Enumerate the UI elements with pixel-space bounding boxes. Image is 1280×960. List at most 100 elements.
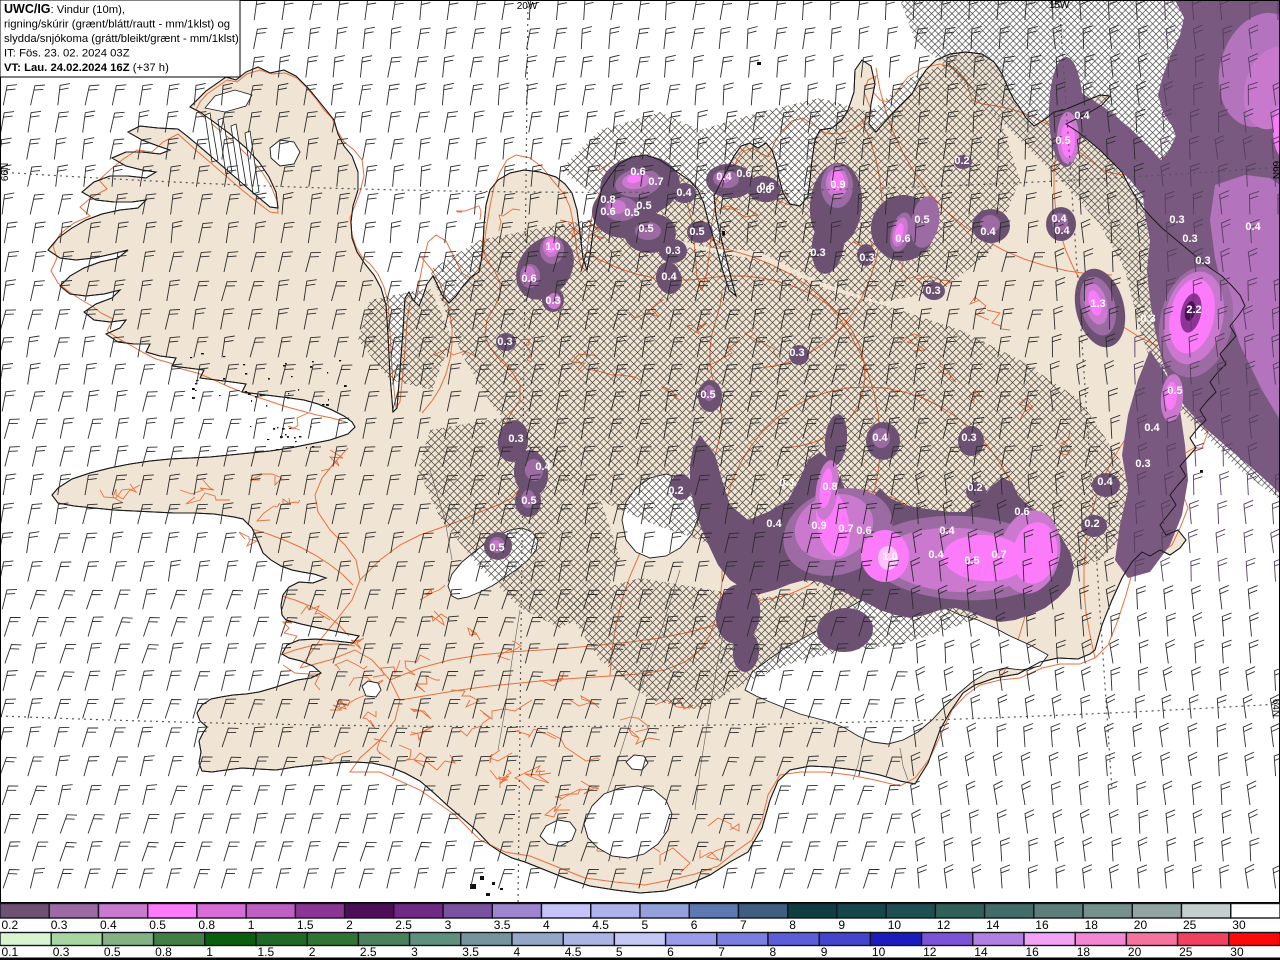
- svg-text:20: 20: [1128, 945, 1142, 959]
- svg-text:0.5: 0.5: [521, 495, 536, 507]
- svg-text:0.3: 0.3: [665, 245, 680, 257]
- svg-text:0.3: 0.3: [961, 432, 976, 444]
- svg-text:0.2: 0.2: [954, 155, 969, 167]
- svg-text:2.5: 2.5: [360, 945, 377, 959]
- svg-text:18: 18: [1085, 918, 1099, 932]
- svg-text:8: 8: [770, 945, 777, 959]
- svg-text:0.4: 0.4: [939, 525, 955, 537]
- svg-text:0.4: 0.4: [716, 171, 732, 183]
- svg-text:16: 16: [1035, 918, 1049, 932]
- svg-text:0.5: 0.5: [1167, 385, 1182, 397]
- svg-text:0.2: 0.2: [1084, 518, 1099, 530]
- svg-text:0.3: 0.3: [789, 347, 804, 359]
- svg-text:0.3: 0.3: [508, 433, 523, 445]
- svg-text:66N: 66N: [1270, 161, 1280, 179]
- svg-text:9: 9: [821, 945, 828, 959]
- svg-text:1: 1: [206, 945, 213, 959]
- svg-text:0.3: 0.3: [545, 295, 560, 307]
- svg-text:0.4: 0.4: [1051, 213, 1067, 225]
- svg-text:0.3: 0.3: [1169, 214, 1184, 226]
- svg-text:1.0: 1.0: [545, 241, 560, 253]
- svg-text:0.2: 0.2: [668, 485, 683, 497]
- svg-text:4.5: 4.5: [565, 945, 582, 959]
- svg-text:0.5: 0.5: [489, 542, 504, 554]
- svg-text:0.3: 0.3: [779, 477, 794, 489]
- svg-text:1.5: 1.5: [258, 945, 275, 959]
- svg-text:0.6: 0.6: [630, 166, 645, 178]
- svg-text:64N: 64N: [1270, 699, 1280, 717]
- svg-text:10: 10: [872, 945, 886, 959]
- svg-text:4: 4: [514, 945, 521, 959]
- svg-text:0.3: 0.3: [1140, 313, 1155, 325]
- svg-text:2: 2: [346, 918, 353, 932]
- svg-text:20W: 20W: [517, 1, 538, 12]
- svg-text:4.5: 4.5: [592, 918, 609, 932]
- svg-text:3.5: 3.5: [494, 918, 511, 932]
- svg-text:2.5: 2.5: [395, 918, 412, 932]
- svg-text:3: 3: [445, 918, 452, 932]
- svg-text:0.5: 0.5: [964, 555, 979, 567]
- svg-text:0.3: 0.3: [925, 285, 940, 297]
- svg-text:0.8: 0.8: [155, 945, 172, 959]
- svg-text:0.6: 0.6: [736, 168, 751, 180]
- svg-text:1.0: 1.0: [882, 551, 897, 563]
- svg-text:25: 25: [1179, 945, 1193, 959]
- svg-text:0.3: 0.3: [1135, 458, 1150, 470]
- svg-text:0.1: 0.1: [2, 945, 19, 959]
- svg-text:0.3: 0.3: [859, 252, 874, 264]
- svg-text:18: 18: [1077, 945, 1091, 959]
- svg-text:3.5: 3.5: [462, 945, 479, 959]
- svg-text:1: 1: [248, 918, 255, 932]
- svg-text:12: 12: [937, 918, 951, 932]
- svg-text:7: 7: [718, 945, 725, 959]
- svg-text:0.6: 0.6: [756, 184, 771, 196]
- svg-text:0.8: 0.8: [198, 918, 215, 932]
- svg-text:10: 10: [888, 918, 902, 932]
- svg-text:9: 9: [838, 918, 845, 932]
- svg-text:14: 14: [986, 918, 1000, 932]
- svg-text:0.9: 0.9: [830, 179, 845, 191]
- svg-text:30: 30: [1230, 945, 1244, 959]
- svg-text:0.3: 0.3: [810, 247, 825, 259]
- svg-text:0.4: 0.4: [872, 432, 888, 444]
- svg-text:0.5: 0.5: [1055, 135, 1070, 147]
- svg-text:0.7: 0.7: [991, 549, 1006, 561]
- svg-text:0.4: 0.4: [1074, 110, 1090, 122]
- svg-text:14: 14: [974, 945, 988, 959]
- svg-text:0.6: 0.6: [521, 273, 536, 285]
- svg-text:0.5: 0.5: [689, 226, 704, 238]
- svg-text:66N: 66N: [0, 163, 11, 181]
- svg-text:15W: 15W: [1049, 0, 1070, 11]
- svg-text:0.3: 0.3: [53, 945, 70, 959]
- svg-text:5: 5: [642, 918, 649, 932]
- svg-text:0.5: 0.5: [104, 945, 121, 959]
- svg-text:0.3: 0.3: [1182, 233, 1197, 245]
- svg-text:2.2: 2.2: [1186, 304, 1201, 316]
- svg-text:0.8: 0.8: [822, 481, 837, 493]
- svg-text:6: 6: [667, 945, 674, 959]
- svg-text:6: 6: [691, 918, 698, 932]
- svg-text:0.5: 0.5: [638, 223, 653, 235]
- svg-text:0.6: 0.6: [856, 525, 871, 537]
- svg-text:0.4: 0.4: [1054, 225, 1070, 237]
- svg-text:0.4: 0.4: [980, 226, 996, 238]
- svg-text:8: 8: [789, 918, 796, 932]
- svg-text:0.5: 0.5: [636, 200, 651, 212]
- svg-text:0.7: 0.7: [838, 523, 853, 535]
- svg-text:0.6: 0.6: [895, 233, 910, 245]
- svg-text:0.2: 0.2: [2, 918, 19, 932]
- svg-text:0.4: 0.4: [1097, 476, 1113, 488]
- svg-text:0.2: 0.2: [967, 482, 982, 494]
- svg-text:0.4: 0.4: [535, 461, 551, 473]
- svg-text:0.3: 0.3: [51, 918, 68, 932]
- svg-text:0.4: 0.4: [1144, 422, 1160, 434]
- svg-text:1.3: 1.3: [1090, 298, 1105, 310]
- svg-text:0.4: 0.4: [928, 549, 944, 561]
- svg-text:0.3: 0.3: [1195, 255, 1210, 267]
- svg-text:16: 16: [1026, 945, 1040, 959]
- svg-text:0.4: 0.4: [100, 918, 117, 932]
- svg-text:1.5: 1.5: [297, 918, 314, 932]
- svg-text:0.5: 0.5: [914, 214, 929, 226]
- svg-text:0.3: 0.3: [497, 336, 512, 348]
- svg-text:0.4: 0.4: [1245, 221, 1261, 233]
